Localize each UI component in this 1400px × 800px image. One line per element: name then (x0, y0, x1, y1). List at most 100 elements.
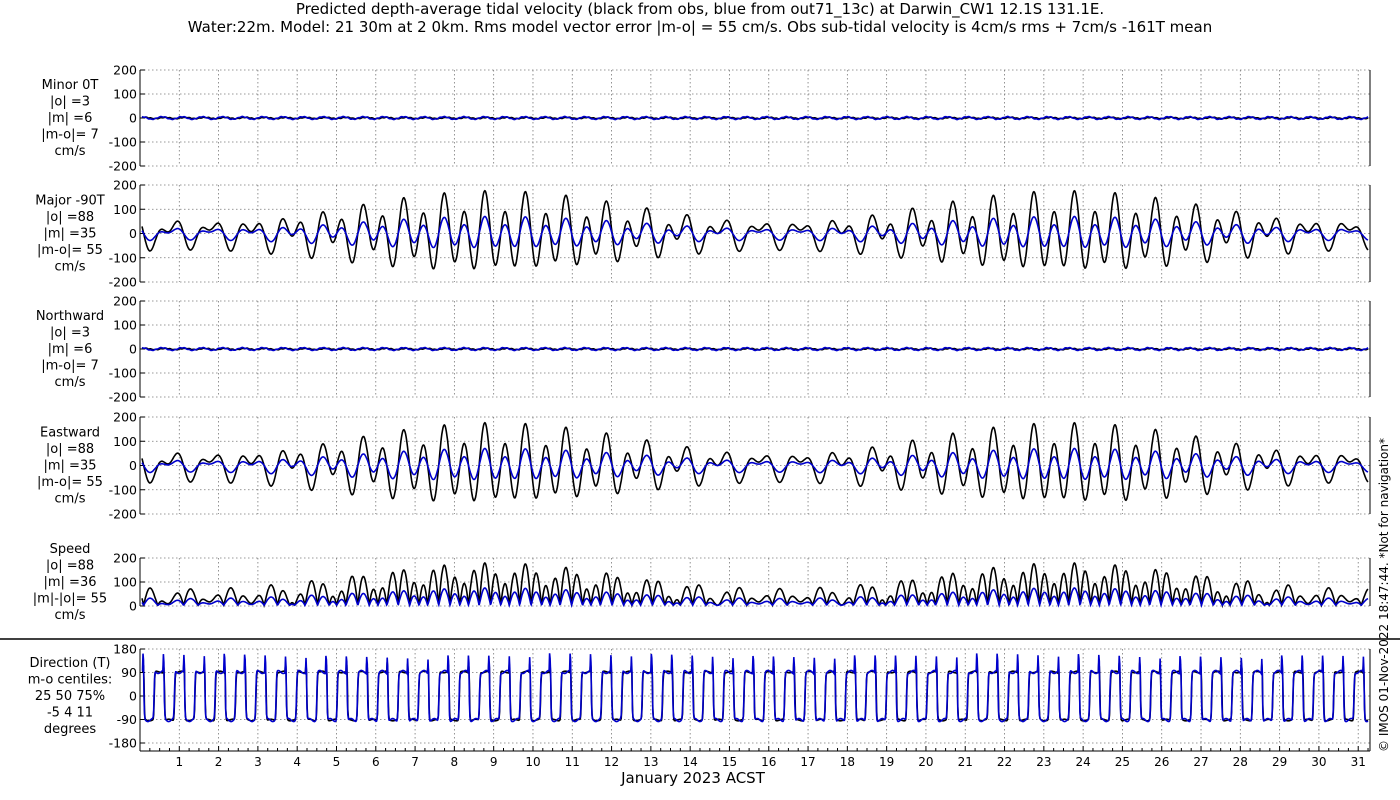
panel-label-line: cm/s (55, 608, 86, 623)
panel-label-line: Speed (50, 542, 91, 557)
panel-label-line: |m| =6 (48, 342, 93, 357)
panel-label-line: |o| =88 (46, 559, 94, 574)
x-tick-label: 22 (997, 755, 1012, 769)
y-tick-label: -200 (109, 159, 137, 174)
y-tick-label: 0 (129, 599, 137, 614)
credit-text: © IMOS 01-Nov-2022 18:47:44. *Not for na… (1377, 438, 1391, 752)
panel-label-line: |o| =88 (46, 210, 94, 225)
panel-label-line: Minor 0T (42, 78, 99, 93)
panel-label-line: -5 4 11 (47, 706, 93, 721)
y-tick-label: 100 (113, 202, 137, 217)
y-tick-label: 200 (113, 410, 137, 425)
panel-speed: Speed |o| =88 |m| =36 |m|-|o|= 55 cm/s 0 100 20… (33, 542, 1371, 623)
panel-label-line: |m-o|= 55 (37, 475, 103, 490)
tidal-velocity-chart: Minor 0T |o| =3 |m| =6 |m-o|= 7 cm/s-200-100… (0, 63, 1400, 787)
x-tick-label: 13 (643, 755, 658, 769)
x-tick-label: 5 (333, 755, 341, 769)
y-tick-label: -180 (109, 736, 137, 751)
x-tick-label: 23 (1036, 755, 1051, 769)
x-tick-label: 11 (565, 755, 580, 769)
x-tick-label: 3 (254, 755, 262, 769)
x-tick-label: 21 (958, 755, 973, 769)
panel-label-major: Major -90T |o| =88 |m| =35 |m-o|= 55 cm/s (35, 194, 104, 275)
panel-minor: Minor 0T |o| =3 |m| =6 |m-o|= 7 cm/s -200 -100… (41, 63, 1371, 174)
panel-label-line: |m| =35 (44, 459, 97, 474)
y-tick-label: 200 (113, 178, 137, 193)
x-tick-label: 27 (1193, 755, 1208, 769)
panel-label-minor: Minor 0T |o| =3 |m| =6 |m-o|= 7 cm/s (41, 78, 99, 159)
x-tick-label: 7 (411, 755, 419, 769)
panel-northward: Northward |o| =3 |m| =6 |m-o|= 7 cm/s -200 -10… (36, 294, 1371, 405)
x-tick-label: 16 (761, 755, 776, 769)
y-tick-label: -200 (109, 275, 137, 290)
panel-label-line: cm/s (55, 375, 86, 390)
y-tick-label: -200 (109, 507, 137, 522)
y-tick-label: -100 (109, 482, 137, 497)
y-tick-label: 180 (113, 642, 137, 657)
panel-label-line: Eastward (40, 426, 100, 441)
y-tick-label: -200 (109, 390, 137, 405)
x-tick-label: 12 (604, 755, 619, 769)
panel-label-eastward: Eastward |o| =88 |m| =35 |m-o|= 55 cm/s (37, 426, 103, 507)
y-tick-label: 100 (113, 318, 137, 333)
y-tick-label: -100 (109, 135, 137, 150)
panel-major: Major -90T |o| =88 |m| =35 |m-o|= 55 cm/s -20… (35, 178, 1371, 290)
x-tick-label: 24 (1075, 755, 1090, 769)
x-tick-label: 15 (722, 755, 737, 769)
panel-label-northward: Northward |o| =3 |m| =6 |m-o|= 7 cm/s (36, 309, 104, 390)
panel-label-line: Major -90T (35, 194, 104, 209)
panel-label-line: |o| =3 (50, 95, 90, 110)
y-tick-label: 0 (129, 689, 137, 704)
series-line-model (141, 653, 1369, 723)
panel-label-line: |m-o|= 7 (41, 128, 99, 143)
y-tick-label: 200 (113, 63, 137, 78)
x-tick-label: 8 (451, 755, 459, 769)
panel-label-direction: Direction (T) m-o centiles: 25 50 75% -5 4 … (28, 656, 113, 737)
panel-label-line: |o| =88 (46, 442, 94, 457)
y-tick-label: -90 (117, 712, 137, 727)
y-tick-label: 100 (113, 575, 137, 590)
y-tick-label: 0 (129, 226, 137, 241)
panel-label-line: |m|-|o|= 55 (33, 592, 107, 607)
panel-label-line: |o| =3 (50, 326, 90, 341)
panel-label-line: cm/s (55, 260, 86, 275)
x-tick-label: 2 (215, 755, 223, 769)
y-tick-label: 90 (121, 665, 137, 680)
panel-label-line: Direction (T) (30, 656, 111, 671)
panel-label-line: degrees (44, 722, 97, 737)
y-tick-label: -100 (109, 366, 137, 381)
y-tick-label: 200 (113, 294, 137, 309)
y-tick-label: 0 (129, 342, 137, 357)
panel-direction: Direction (T) m-o centiles: 25 50 75% -5 4 … (28, 642, 1371, 751)
x-tick-label: 29 (1272, 755, 1287, 769)
panel-label-line: |m-o|= 55 (37, 243, 103, 258)
x-tick-label: 17 (800, 755, 815, 769)
y-tick-label: 0 (129, 458, 137, 473)
panel-label-line: cm/s (55, 144, 86, 159)
x-tick-label: 4 (293, 755, 301, 769)
x-tick-label: 14 (683, 755, 698, 769)
panel-label-line: cm/s (55, 492, 86, 507)
y-tick-label: 100 (113, 87, 137, 102)
panel-label-line: |m| =36 (44, 575, 97, 590)
panel-label-line: |m| =6 (48, 111, 93, 126)
y-tick-label: 200 (113, 551, 137, 566)
panel-label-line: 25 50 75% (35, 689, 105, 704)
y-tick-label: 0 (129, 111, 137, 126)
panel-label-speed: Speed |o| =88 |m| =36 |m|-|o|= 55 cm/s (33, 542, 107, 623)
panel-label-line: Northward (36, 309, 104, 324)
x-tick-label: 20 (918, 755, 933, 769)
x-axis-label: January 2023 ACST (620, 769, 766, 787)
x-tick-label: 10 (525, 755, 540, 769)
y-tick-label: 100 (113, 434, 137, 449)
x-tick-label: 1 (175, 755, 183, 769)
x-tick-label: 25 (1115, 755, 1130, 769)
x-tick-label: 31 (1351, 755, 1366, 769)
panel-label-line: |m| =35 (44, 227, 97, 242)
x-tick-label: 30 (1311, 755, 1326, 769)
x-tick-label: 28 (1233, 755, 1248, 769)
panel-eastward: Eastward |o| =88 |m| =35 |m-o|= 55 cm/s -200 -… (37, 410, 1371, 522)
series-line-obs (141, 421, 1369, 502)
panel-label-line: m-o centiles: (28, 673, 113, 688)
x-tick-label: 26 (1154, 755, 1169, 769)
